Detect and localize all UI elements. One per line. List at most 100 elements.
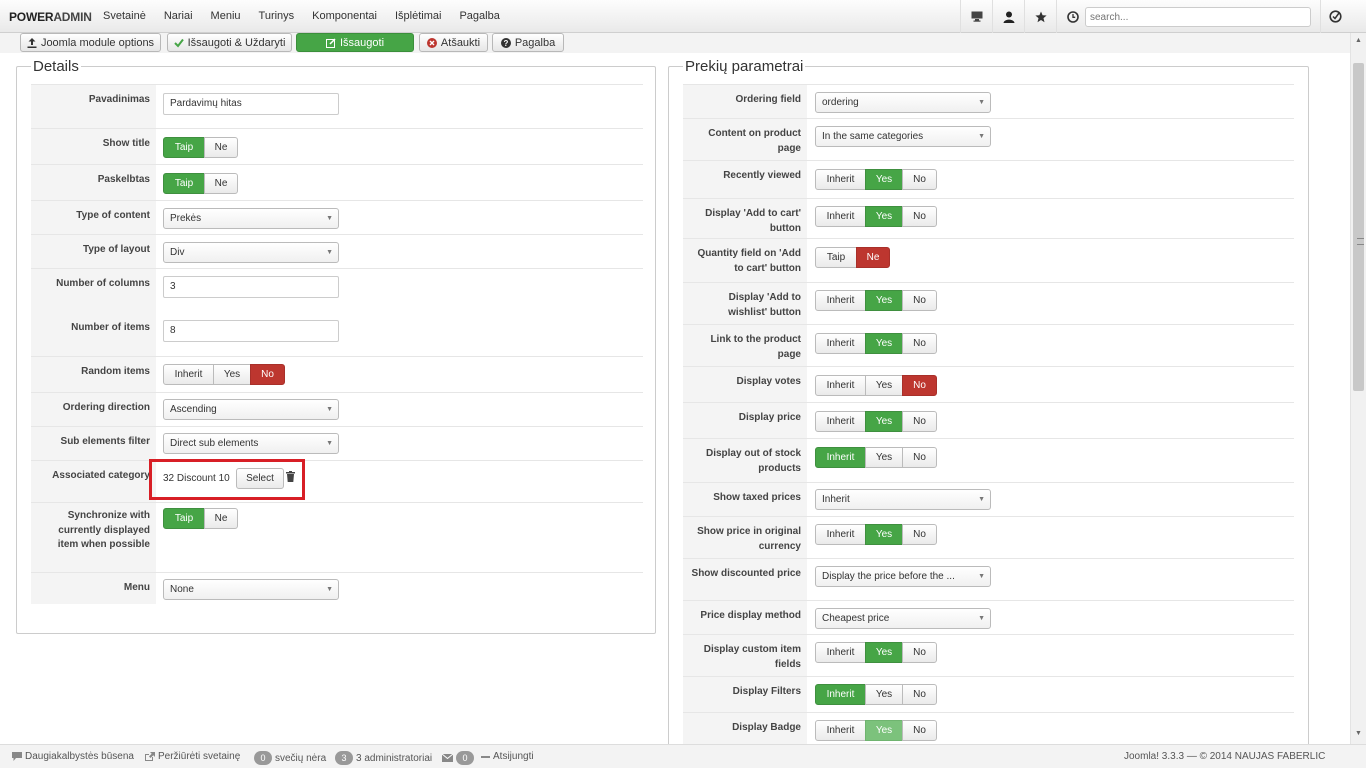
- save-close-button[interactable]: Išsaugoti & Uždaryti: [167, 33, 292, 52]
- layout-type-select[interactable]: Div ▼: [163, 242, 339, 263]
- orig-currency-no[interactable]: No: [902, 524, 937, 545]
- qty-field-yes[interactable]: Taip: [815, 247, 857, 268]
- menu-content[interactable]: Turinys: [250, 0, 304, 33]
- clock-icon[interactable]: [1056, 0, 1088, 33]
- menu-components[interactable]: Komponentai: [303, 0, 386, 33]
- ordering-dir-select[interactable]: Ascending ▼: [163, 399, 339, 420]
- guests-status: 0 svečių nėra: [254, 751, 326, 765]
- page-scrollbar[interactable]: ▲ ▼: [1350, 33, 1366, 744]
- row-show-title: Show title Taip Ne: [31, 128, 643, 164]
- label-wishlist: Display 'Add to wishlist' button: [683, 283, 807, 324]
- user-icon[interactable]: [992, 0, 1024, 33]
- cancel-button[interactable]: Atšaukti: [419, 33, 488, 52]
- custom-fields-inherit[interactable]: Inherit: [815, 642, 866, 663]
- star-icon[interactable]: [1024, 0, 1056, 33]
- messages-status[interactable]: 0: [442, 751, 474, 765]
- columns-input[interactable]: 3: [163, 276, 339, 298]
- menu-help[interactable]: Pagalba: [450, 0, 508, 33]
- label-assoc-cat: Associated category: [31, 461, 156, 502]
- multilang-status[interactable]: Daugiakalbystės būsena: [12, 751, 134, 762]
- recently-viewed-yes[interactable]: Yes: [865, 169, 903, 190]
- chevron-down-icon: ▼: [978, 133, 985, 140]
- menu-users[interactable]: Nariai: [155, 0, 202, 33]
- price-no[interactable]: No: [902, 411, 937, 432]
- save-button[interactable]: Išsaugoti: [296, 33, 414, 52]
- view-site-link[interactable]: Peržiūrėti svetainę: [145, 751, 240, 762]
- sync-toggle: Taip Ne: [163, 508, 238, 529]
- admins-badge: 3: [335, 751, 353, 765]
- taxed-select[interactable]: Inherit ▼: [815, 489, 991, 510]
- label-custom-fields: Display custom item fields: [683, 635, 807, 676]
- sub-filter-select[interactable]: Direct sub elements ▼: [163, 433, 339, 454]
- items-input[interactable]: 8: [163, 320, 339, 342]
- badge-no[interactable]: No: [902, 720, 937, 741]
- out-of-stock-inherit[interactable]: Inherit: [815, 447, 866, 468]
- label-menu: Menu: [31, 573, 156, 604]
- filters-no[interactable]: No: [902, 684, 937, 705]
- price-inherit[interactable]: Inherit: [815, 411, 866, 432]
- show-title-yes[interactable]: Taip: [163, 137, 205, 158]
- link-product-inherit[interactable]: Inherit: [815, 333, 866, 354]
- published-no[interactable]: Ne: [204, 173, 238, 194]
- votes-toggle: Inherit Yes No: [815, 375, 937, 396]
- scroll-down-icon[interactable]: ▼: [1355, 730, 1362, 737]
- orig-currency-yes[interactable]: Yes: [865, 524, 903, 545]
- votes-inherit[interactable]: Inherit: [815, 375, 866, 396]
- price-yes[interactable]: Yes: [865, 411, 903, 432]
- module-options-button[interactable]: Joomla module options: [20, 33, 161, 52]
- content-on-product-select[interactable]: In the same categories ▼: [815, 126, 991, 147]
- random-inherit[interactable]: Inherit: [163, 364, 214, 385]
- out-of-stock-yes[interactable]: Yes: [865, 447, 903, 468]
- scroll-thumb[interactable]: [1353, 63, 1364, 391]
- random-yes[interactable]: Yes: [213, 364, 251, 385]
- published-yes[interactable]: Taip: [163, 173, 205, 194]
- label-name: Pavadinimas: [31, 85, 156, 128]
- price-method-select[interactable]: Cheapest price ▼: [815, 608, 991, 629]
- menu-select[interactable]: None ▼: [163, 579, 339, 600]
- wishlist-yes[interactable]: Yes: [865, 290, 903, 311]
- filters-yes[interactable]: Yes: [865, 684, 903, 705]
- badge-inherit[interactable]: Inherit: [815, 720, 866, 741]
- help-button[interactable]: ? Pagalba: [492, 33, 564, 52]
- out-of-stock-no[interactable]: No: [902, 447, 937, 468]
- chevron-down-icon: ▼: [978, 615, 985, 622]
- add-to-cart-no[interactable]: No: [902, 206, 937, 227]
- qty-field-no[interactable]: Ne: [856, 247, 890, 268]
- random-no[interactable]: No: [250, 364, 285, 385]
- discounted-select[interactable]: Display the price before the ... ▼: [815, 566, 991, 587]
- add-to-cart-yes[interactable]: Yes: [865, 206, 903, 227]
- custom-fields-yes[interactable]: Yes: [865, 642, 903, 663]
- show-title-no[interactable]: Ne: [204, 137, 238, 158]
- menu-extensions[interactable]: Išplėtimai: [386, 0, 450, 33]
- votes-no[interactable]: No: [902, 375, 937, 396]
- custom-fields-toggle: Inherit Yes No: [815, 642, 937, 663]
- wishlist-inherit[interactable]: Inherit: [815, 290, 866, 311]
- content-type-select[interactable]: Prekės ▼: [163, 208, 339, 229]
- logout-link[interactable]: Atsijungti: [481, 751, 534, 762]
- badge-yes[interactable]: Yes: [865, 720, 903, 741]
- votes-yes[interactable]: Yes: [865, 375, 903, 396]
- wishlist-no[interactable]: No: [902, 290, 937, 311]
- label-ordering-dir: Ordering direction: [31, 393, 156, 426]
- scroll-up-icon[interactable]: ▲: [1355, 37, 1362, 44]
- menu-menus[interactable]: Meniu: [202, 0, 250, 33]
- account-menu-icon[interactable]: [1320, 0, 1350, 33]
- cancel-icon: [426, 37, 437, 48]
- status-bar: Daugiakalbystės būsena Peržiūrėti svetai…: [0, 744, 1366, 768]
- monitor-icon[interactable]: [960, 0, 992, 33]
- brand-logo[interactable]: POWERADMIN: [9, 10, 92, 24]
- ordering-field-select[interactable]: ordering ▼: [815, 92, 991, 113]
- orig-currency-inherit[interactable]: Inherit: [815, 524, 866, 545]
- filters-inherit[interactable]: Inherit: [815, 684, 866, 705]
- link-product-no[interactable]: No: [902, 333, 937, 354]
- menu-site[interactable]: Svetainė: [94, 0, 155, 33]
- custom-fields-no[interactable]: No: [902, 642, 937, 663]
- name-input[interactable]: Pardavimų hitas: [163, 93, 339, 115]
- add-to-cart-inherit[interactable]: Inherit: [815, 206, 866, 227]
- recently-viewed-no[interactable]: No: [902, 169, 937, 190]
- search-input[interactable]: [1085, 7, 1311, 27]
- sync-no[interactable]: Ne: [204, 508, 238, 529]
- sync-yes[interactable]: Taip: [163, 508, 205, 529]
- link-product-yes[interactable]: Yes: [865, 333, 903, 354]
- recently-viewed-inherit[interactable]: Inherit: [815, 169, 866, 190]
